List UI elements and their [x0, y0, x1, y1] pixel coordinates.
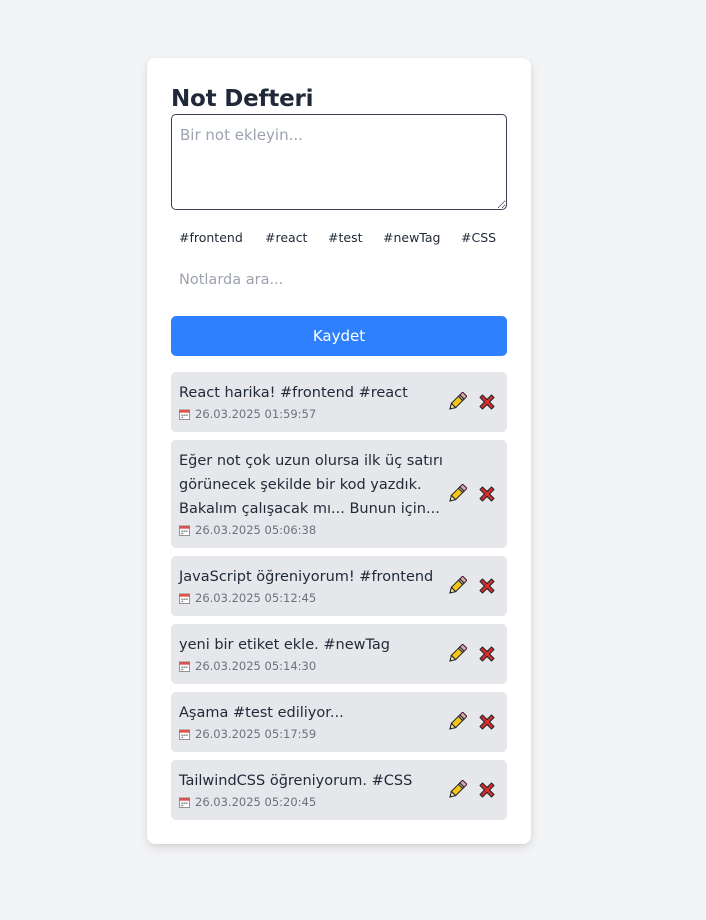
note-item: TailwindCSS öğreniyorum. #CSS 26.03.2025…	[171, 760, 507, 820]
note-line: Aşama #test ediliyor...	[179, 705, 344, 721]
note-actions	[447, 576, 497, 596]
tag-frontend[interactable]: #frontend	[179, 228, 243, 248]
note-date-text: 26.03.2025 01:59:57	[195, 407, 317, 421]
cross-mark-icon[interactable]	[477, 712, 497, 732]
note-text: Aşama #test ediliyor...	[179, 701, 441, 725]
note-actions	[447, 644, 497, 664]
note-text: Eğer not çok uzun olursa ilk üç satırı g…	[179, 449, 443, 521]
note-actions	[447, 484, 497, 504]
cross-mark-icon[interactable]	[477, 484, 497, 504]
pencil-icon[interactable]	[447, 712, 467, 732]
note-date-text: 26.03.2025 05:06:38	[195, 523, 317, 537]
note-date-text: 26.03.2025 05:12:45	[195, 591, 317, 605]
cross-mark-icon[interactable]	[477, 644, 497, 664]
tag-list: #frontend #react #test #newTag #CSS	[171, 228, 507, 250]
tag-react[interactable]: #react	[265, 228, 307, 248]
pencil-icon[interactable]	[447, 576, 467, 596]
note-actions	[447, 392, 497, 412]
note-line: JavaScript öğreniyorum! #frontend	[179, 569, 434, 585]
note-text: React harika! #frontend #react	[179, 381, 441, 405]
cross-mark-icon[interactable]	[477, 780, 497, 800]
pencil-icon[interactable]	[447, 484, 467, 504]
note-date-text: 26.03.2025 05:14:30	[195, 659, 317, 673]
tag-css[interactable]: #CSS	[461, 228, 496, 248]
cross-mark-icon[interactable]	[477, 392, 497, 412]
note-line: Bakalım çalışacak mı... Bunun için...	[179, 501, 440, 517]
note-text: yeni bir etiket ekle. #newTag	[179, 633, 441, 657]
pencil-icon[interactable]	[447, 644, 467, 664]
note-line: TailwindCSS öğreniyorum. #CSS	[179, 773, 413, 789]
notebook-card: Not Defteri #frontend #react #test #newT…	[147, 58, 531, 844]
tag-newtag[interactable]: #newTag	[383, 228, 440, 248]
calendar-icon	[179, 728, 190, 740]
note-item: React harika! #frontend #react 26.03.202…	[171, 372, 507, 432]
note-item: Aşama #test ediliyor... 26.03.2025 05:17…	[171, 692, 507, 752]
calendar-icon	[179, 524, 190, 536]
tag-test[interactable]: #test	[328, 228, 362, 248]
note-line: Eğer not çok uzun olursa ilk üç satırı	[179, 453, 443, 469]
cross-mark-icon[interactable]	[477, 576, 497, 596]
note-date-text: 26.03.2025 05:17:59	[195, 727, 317, 741]
note-actions	[447, 780, 497, 800]
calendar-icon	[179, 660, 190, 672]
note-line: yeni bir etiket ekle. #newTag	[179, 637, 391, 653]
pencil-icon[interactable]	[447, 780, 467, 800]
note-text: TailwindCSS öğreniyorum. #CSS	[179, 769, 441, 793]
calendar-icon	[179, 408, 190, 420]
search-input[interactable]	[171, 265, 507, 295]
save-button[interactable]: Kaydet	[171, 316, 507, 356]
note-item: JavaScript öğreniyorum! #frontend 26.03.…	[171, 556, 507, 616]
note-input[interactable]	[171, 114, 507, 210]
note-actions	[447, 712, 497, 732]
note-item: Eğer not çok uzun olursa ilk üç satırı g…	[171, 440, 507, 548]
note-date-text: 26.03.2025 05:20:45	[195, 795, 317, 809]
note-text: JavaScript öğreniyorum! #frontend	[179, 565, 441, 589]
note-line: görünecek şekilde bir kod yazdık.	[179, 477, 422, 493]
note-date: 26.03.2025 05:06:38	[179, 522, 499, 538]
note-line: React harika! #frontend #react	[179, 385, 408, 401]
calendar-icon	[179, 796, 190, 808]
pencil-icon[interactable]	[447, 392, 467, 412]
note-item: yeni bir etiket ekle. #newTag 26.03.2025…	[171, 624, 507, 684]
calendar-icon	[179, 592, 190, 604]
page-title: Not Defteri	[171, 86, 314, 112]
